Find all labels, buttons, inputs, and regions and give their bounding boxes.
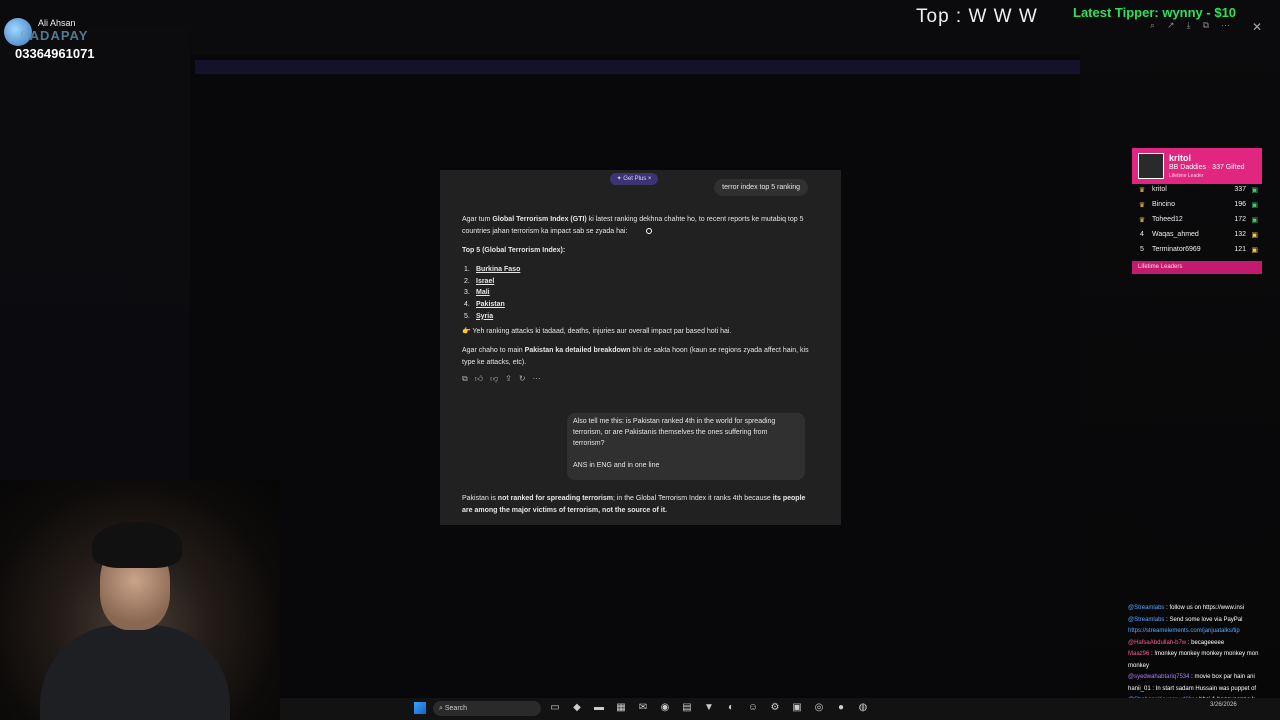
task-view-icon[interactable]: ▭ [548,702,562,713]
leaderboard-row: ♛ kritol 337 ▣ [1132,184,1262,199]
list-item: 4. Pakistan [464,301,505,309]
teams-icon[interactable]: ▤ [680,702,694,713]
app-icon[interactable]: ◍ [856,702,870,713]
chat-message: @Streamlabs : Send some love via PayPal [1128,615,1280,627]
crown-icon: ♛ [1138,217,1146,224]
background-app-banner [195,60,1080,74]
crown-icon: ♛ [1138,202,1146,209]
chrome-icon[interactable]: ◎ [812,702,826,713]
chat-text: : becageeeee [1186,639,1225,646]
chat-username: @syedwahabtariq7534 [1128,674,1190,680]
terminal-icon[interactable]: ▣ [790,702,804,713]
leaderboard-row: 4 Waqas_ahmed 132 ▣ [1140,231,1258,239]
clock-date: 3/26/2026 [1210,702,1237,708]
pay-brand-logo: SADAPAY [20,28,89,43]
open-icon[interactable]: ⧉ [1203,20,1209,31]
chat-text: : movie box par hain ani [1189,674,1255,680]
chat-text: : follow us on https://www.insi [1164,605,1245,611]
list-item: 3. Mali [464,289,490,297]
ranking-note: 👉 Yeh ranking attacks ki tadaad, deaths,… [462,328,732,335]
mouse-cursor [646,228,652,234]
more-icon[interactable]: ⋯ [1221,20,1230,31]
chat-window: ✦ Get Plus × terror index top 5 ranking … [440,170,841,525]
assistant-intro: Agar tum Global Terrorism Index (GTI) ki… [462,216,804,235]
chat-message: @HafsaAbdullah-b7w : becageeeee [1128,638,1280,650]
store-icon[interactable]: ▦ [614,702,628,713]
leaderboard-row: 5 Terminator6969 121 ▣ [1140,246,1258,254]
image-viewer-toolbar: ⌕ ↗ ⤓ ⧉ ⋯ [1150,20,1230,31]
user-message-2: Also tell me this: is Pakistan ranked 4t… [567,413,805,480]
copy-icon[interactable]: ⧉ [462,373,468,385]
ranking-list: 1. Burkina Faso 2. Israel 3. Mali 4. Pakista… [464,264,520,322]
gift-leaderboard: kritol BB Daddies · 337 Gifted Lifetime … [1132,148,1262,274]
get-plus-button[interactable]: ✦ Get Plus × [610,173,658,185]
chat-username: @HafsaAbdullah-b7w [1128,639,1187,646]
crown-icon: ♛ [1138,187,1146,194]
background-app-sidebar [0,30,190,500]
leaderboard-row: ♛ Toheed12 172 ▣ [1132,214,1262,229]
thumbs-up-icon[interactable]: 👍︎ [475,373,483,385]
list-item: 1. Burkina Faso [464,266,521,273]
share-icon[interactable]: ↗ [1167,20,1175,31]
taskbar: ⌕ Search ▭ ◆ ▬ ▦ ✉ ◉ ▤ ▼ ◐ ☺ ⚙ ▣ ◎ ● ◍ 3… [280,698,1280,720]
chat-username: Maaz96 [1128,651,1150,657]
top-tip-label: Top : W W W [916,6,1038,27]
chat-text: : Send some love via PayPal [1164,616,1243,623]
leaderboard-footer: Lifetime Leaders [1132,261,1262,274]
regenerate-icon[interactable]: ↻ [519,373,526,385]
mail-icon[interactable]: ✉ [636,702,650,713]
webcam-person-hair [92,522,182,568]
latest-tipper-label: Latest Tipper: wynny - $10 [1073,5,1237,20]
list-item: 5. Syria [464,312,494,320]
chat-username: @Streamlabs [1128,605,1165,611]
copilot-icon[interactable]: ◆ [570,702,584,713]
gift-icon: ▣ [1251,247,1258,254]
assistant-offer: Agar chaho to main Pakistan ka detailed … [462,347,809,366]
chat-text: https://streamelements.com/janjuatalks/t… [1128,628,1240,634]
assistant-answer: Pakistan is not ranked for spreading ter… [462,495,806,514]
obs-icon[interactable]: ◉ [658,702,672,713]
chat-message: @Streamlabs : follow us on https://www.i… [1128,603,1280,615]
discord-icon[interactable]: ☺ [746,702,760,713]
chat-text: : In start sadam Hussain was puppet of [1150,685,1257,692]
message-actions: ⧉ 👍︎ 👎︎ ⇪ ↻ ⋯ [462,373,541,385]
share-icon[interactable]: ⇪ [505,373,512,385]
chat-message: Maaz96 : !monkey monkey monkey monkey mo… [1128,649,1280,661]
user-message-1: terror index top 5 ranking [714,179,808,196]
windows-start-icon[interactable] [414,702,426,714]
donation-phone: 03364961071 [15,46,95,61]
gift-icon: ▣ [1251,202,1258,209]
avatar [1138,153,1164,179]
app-icon[interactable]: ● [834,702,848,713]
file-explorer-icon[interactable]: ▬ [592,702,606,713]
chat-text: : !monkey monkey monkey monkey mon [1149,651,1259,657]
chat-text: monkey [1128,662,1150,669]
gift-icon: ▣ [1251,217,1258,224]
chat-username: @Streamlabs [1128,616,1165,623]
list-item: 2. Israel [464,277,495,285]
close-icon[interactable]: ✕ [1252,20,1262,34]
brave-icon[interactable]: ▼ [702,702,716,713]
chat-message: monkey [1128,661,1280,673]
thumbs-down-icon[interactable]: 👎︎ [490,373,498,385]
download-icon[interactable]: ⤓ [1187,20,1191,31]
more-icon[interactable]: ⋯ [533,373,541,385]
chat-message: https://streamelements.com/janjuatalks/t… [1128,626,1280,638]
leaderboard-header: kritol BB Daddies · 337 Gifted Lifetime … [1132,148,1262,184]
list-title: Top 5 (Global Terrorism Index): [462,247,566,254]
gift-icon: ▣ [1251,187,1258,194]
steam-icon[interactable]: ⚙ [768,702,782,713]
edge-icon[interactable]: ◐ [724,702,738,713]
leaderboard-row: ♛ Bincino 196 ▣ [1132,199,1262,214]
zoom-icon[interactable]: ⌕ [1150,20,1155,31]
taskbar-search[interactable]: ⌕ Search [433,701,541,716]
streamer-name: Ali Ahsan [38,18,76,28]
gift-icon: ▣ [1251,232,1258,239]
chat-message: hanii_01 : In start sadam Hussain was pu… [1128,684,1280,696]
chat-username: hanii_01 [1128,685,1151,692]
taskbar-apps: ▭ ◆ ▬ ▦ ✉ ◉ ▤ ▼ ◐ ☺ ⚙ ▣ ◎ ● ◍ [548,702,870,713]
chat-message: @syedwahabtariq7534 : movie box par hain… [1128,672,1280,684]
